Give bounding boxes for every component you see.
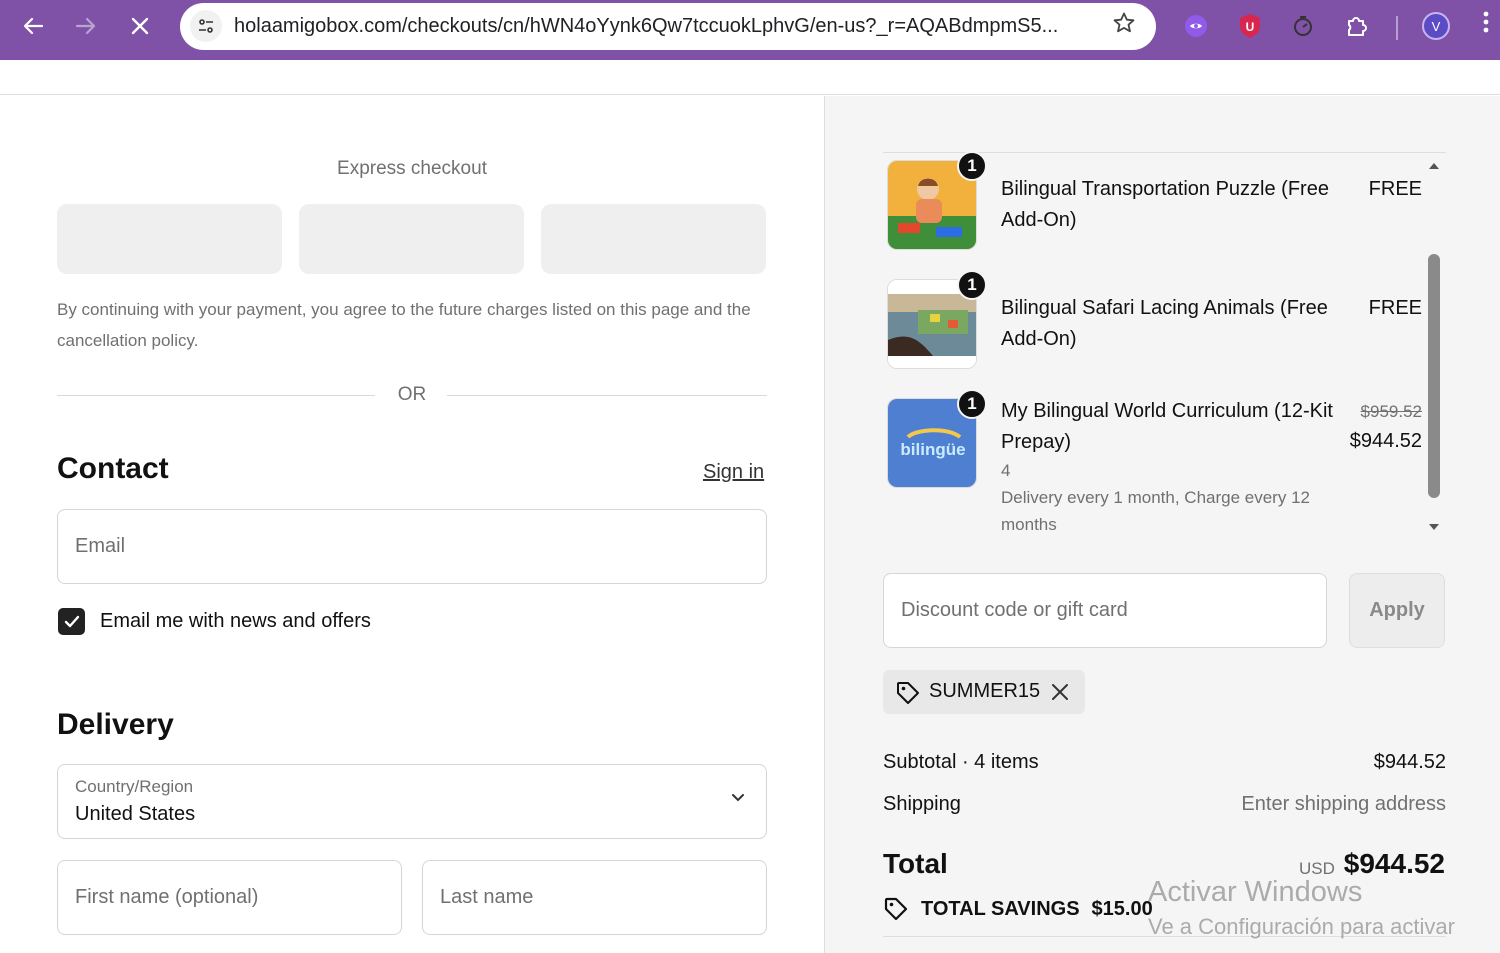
items-scrollbar[interactable] [1428, 254, 1440, 498]
item-3-delivery-note: Delivery every 1 month, Charge every 12 … [1001, 488, 1310, 534]
or-label: OR [397, 384, 427, 405]
shipping-label: Shipping [883, 793, 961, 815]
item-1-name: Bilingual Transportation Puzzle (Free Ad… [1001, 178, 1329, 231]
remove-code-icon[interactable] [1051, 683, 1069, 701]
extensions-puzzle-icon[interactable] [1343, 12, 1371, 40]
browser-menu-icon[interactable] [1476, 10, 1496, 34]
scroll-down-icon[interactable] [1427, 521, 1441, 533]
savings-tag-icon [884, 897, 908, 921]
country-value: United States [75, 803, 196, 825]
back-icon[interactable] [15, 8, 51, 44]
extension-shield-icon[interactable]: U [1236, 12, 1264, 40]
discount-code-input[interactable] [884, 574, 1326, 647]
item-2-name: Bilingual Safari Lacing Animals (Free Ad… [1001, 297, 1328, 350]
country-select[interactable]: Country/Region United States [57, 764, 767, 839]
savings-label: TOTAL SAVINGS [921, 897, 1080, 920]
subtotal-label: Subtotal · 4 items [883, 751, 1039, 773]
first-name-input[interactable] [58, 861, 401, 934]
item-3-quantity-badge: 1 [957, 389, 987, 419]
scroll-up-icon[interactable] [1427, 160, 1441, 172]
first-name-field[interactable] [57, 860, 402, 935]
savings-value: $15.00 [1091, 897, 1153, 920]
checkout-form: Express checkout By continuing with your… [0, 96, 824, 953]
profile-avatar[interactable]: V [1422, 12, 1450, 40]
extension-timer-icon[interactable] [1289, 12, 1317, 40]
divider-line-right [447, 395, 767, 396]
svg-text:U: U [1246, 20, 1255, 34]
terms-text: By continuing with your payment, you agr… [57, 300, 751, 350]
delivery-heading: Delivery [57, 708, 174, 741]
sign-in-link[interactable]: Sign in [703, 461, 764, 484]
toolbar-divider [1396, 16, 1398, 40]
windows-activation-watermark-subtitle: Ve a Configuración para activar [1148, 914, 1455, 939]
discount-code-field[interactable] [883, 573, 1327, 648]
apply-button[interactable]: Apply [1349, 573, 1445, 648]
divider-line-left [57, 395, 375, 396]
site-settings-icon[interactable] [190, 10, 222, 42]
checkmark-icon [64, 615, 80, 628]
contact-heading: Contact [57, 452, 169, 485]
total-savings: TOTAL SAVINGS $15.00 [883, 896, 1153, 922]
windows-activation-watermark-title: Activar Windows [1148, 876, 1363, 908]
item-1-price: FREE [1368, 178, 1422, 200]
stop-loading-icon[interactable] [122, 8, 158, 44]
item-2-price: FREE [1368, 297, 1422, 319]
express-pay-button-2[interactable] [299, 204, 524, 274]
forward-icon[interactable] [68, 8, 104, 44]
subtotal-row: Subtotal · 4 items $944.52 [883, 751, 1446, 774]
tag-icon [897, 682, 919, 704]
store-header [0, 60, 1500, 95]
svg-text:bilingüe: bilingüe [900, 440, 965, 459]
applied-discount-chip: SUMMER15 [883, 670, 1085, 714]
browser-toolbar: holaamigobox.com/checkouts/cn/hWN4oYynk6… [0, 0, 1500, 60]
news-offers-checkbox[interactable] [58, 608, 85, 635]
country-label: Country/Region [75, 777, 194, 796]
item-3-price: $944.52 [1349, 430, 1422, 452]
item-3-name: My Bilingual World Curriculum (12-Kit Pr… [1001, 400, 1333, 453]
address-bar[interactable]: holaamigobox.com/checkouts/cn/hWN4oYynk6… [180, 3, 1156, 50]
subtotal-value: $944.52 [1373, 751, 1446, 773]
order-summary: 1 Bilingual Transportation Puzzle (Free … [824, 96, 1500, 953]
bookmark-star-icon[interactable] [1112, 11, 1136, 42]
shipping-row: Shipping Enter shipping address [883, 793, 1446, 816]
news-offers-label[interactable]: Email me with news and offers [100, 610, 371, 633]
extension-eye-icon[interactable] [1182, 12, 1210, 40]
express-pay-button-3[interactable] [541, 204, 766, 274]
item-3-variant: 4 [1001, 461, 1011, 480]
chevron-down-icon [730, 791, 746, 809]
item-1-quantity-badge: 1 [957, 151, 987, 181]
url-text[interactable]: holaamigobox.com/checkouts/cn/hWN4oYynk6… [234, 15, 1104, 38]
express-pay-button-1[interactable] [57, 204, 282, 274]
shipping-value: Enter shipping address [1241, 793, 1446, 815]
applied-code-text: SUMMER15 [929, 680, 1041, 702]
express-checkout-title: Express checkout [337, 158, 487, 179]
item-3-original-price: $959.52 [1360, 402, 1422, 421]
item-2-quantity-badge: 1 [957, 270, 987, 300]
last-name-field[interactable] [422, 860, 767, 935]
or-divider: OR [57, 382, 767, 410]
email-input[interactable] [58, 510, 766, 583]
last-name-input[interactable] [423, 861, 766, 934]
email-field[interactable] [57, 509, 767, 584]
total-label: Total [883, 848, 948, 879]
